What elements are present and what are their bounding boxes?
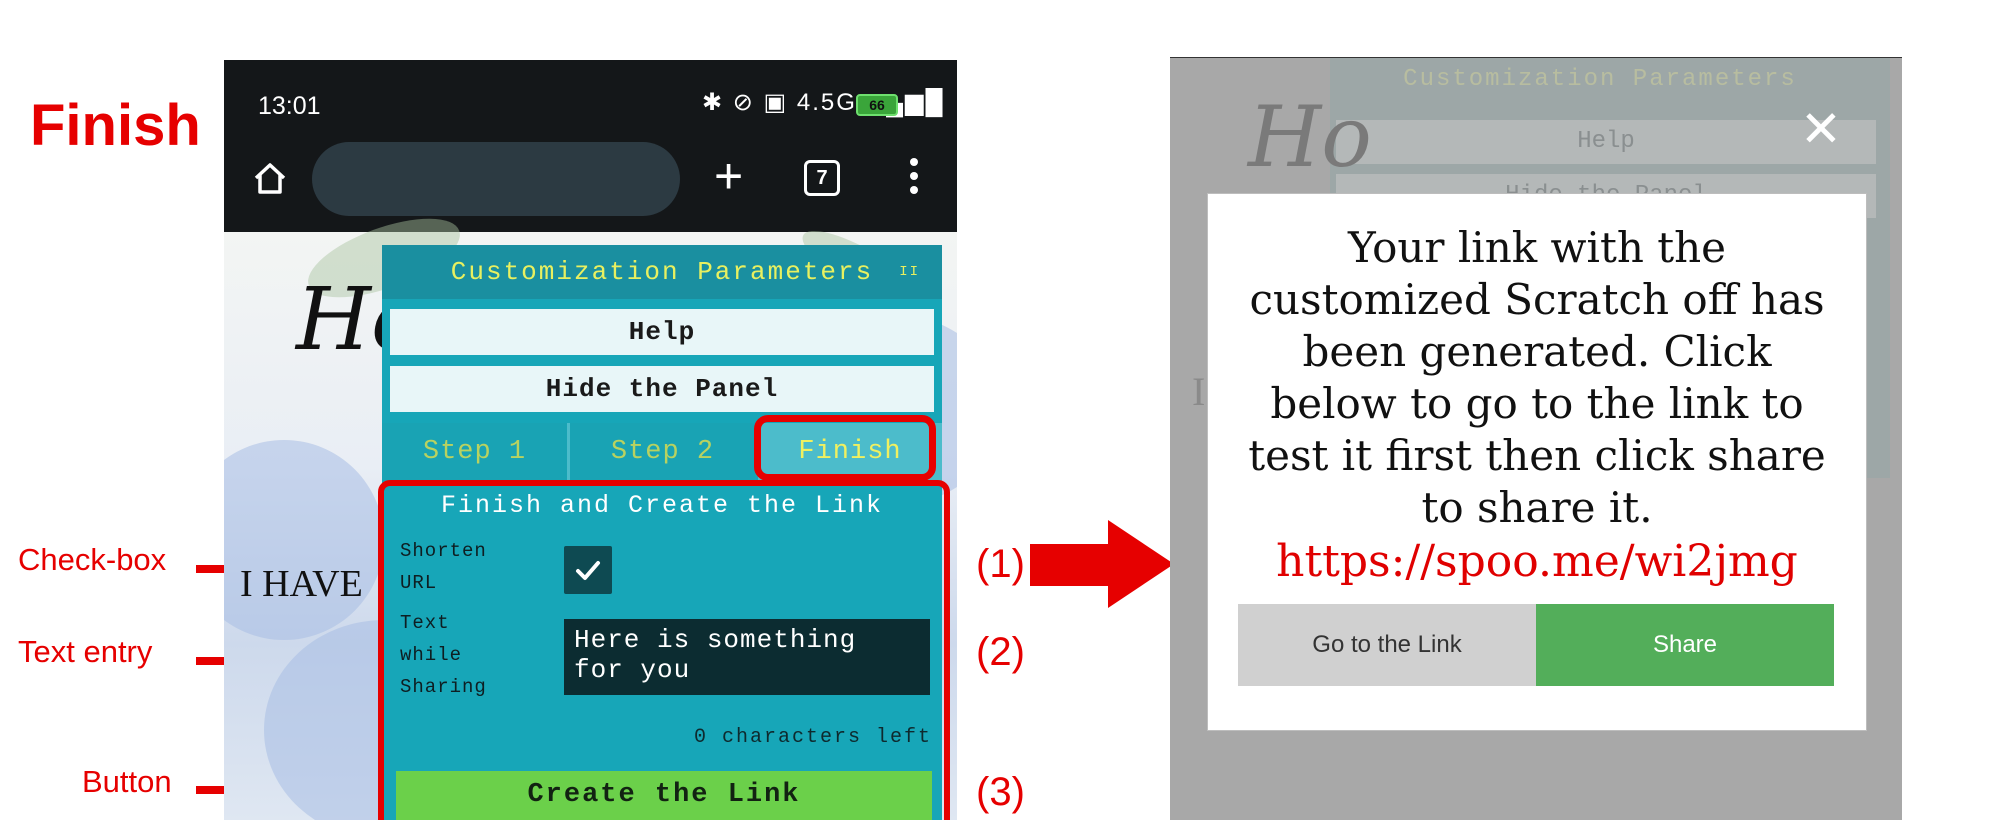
dimmed-help-button: Help	[1336, 120, 1876, 164]
status-icons: ✱ ⊘ ▣ 4.5G ▂▄▆█	[702, 89, 945, 116]
finish-tab-highlight	[754, 415, 936, 481]
tab-step-1[interactable]: Step 1	[382, 423, 567, 481]
generated-link[interactable]: https://spoo.me/wi2jmg	[1208, 536, 1866, 587]
annotation-number-3: (3)	[976, 770, 1025, 814]
pause-icon[interactable]: II	[899, 245, 920, 299]
page-text: I HAVE	[240, 563, 363, 605]
finish-heading: Finish	[30, 93, 201, 158]
button-annotation: Button	[82, 764, 172, 799]
menu-icon[interactable]	[910, 158, 918, 200]
status-time: 13:01	[258, 92, 321, 120]
panel-title: Customization Parameters	[450, 257, 874, 287]
checkbox-annotation: Check-box	[18, 542, 167, 577]
new-tab-icon[interactable]: +	[714, 146, 743, 206]
help-button[interactable]: Help	[390, 309, 934, 355]
go-to-link-button[interactable]: Go to the Link	[1238, 604, 1536, 686]
battery-icon: 66	[856, 94, 898, 116]
text-entry-annotation: Text entry	[18, 634, 153, 669]
close-icon[interactable]: ✕	[1800, 104, 1842, 154]
annotation-number-1: (1)	[976, 542, 1025, 586]
finish-section-highlight	[378, 480, 950, 820]
transition-arrow-head	[1108, 520, 1174, 608]
dimmed-page-text: I	[1192, 369, 1206, 414]
modal-message: Your link with the customized Scratch of…	[1248, 223, 1826, 532]
dimmed-panel-title: Customization Parameters	[1403, 66, 1797, 93]
dimmed-script-heading: Ho	[1248, 88, 1372, 186]
panel-title-bar[interactable]: Customization Parameters II	[382, 245, 942, 299]
annotation-number-2: (2)	[976, 630, 1025, 674]
address-bar[interactable]	[312, 142, 680, 216]
tab-switcher-button[interactable]: 7	[804, 160, 840, 196]
transition-arrow	[1030, 544, 1110, 586]
share-button[interactable]: Share	[1536, 604, 1834, 686]
tab-step-2[interactable]: Step 2	[570, 423, 755, 481]
link-generated-modal: Your link with the customized Scratch of…	[1207, 193, 1867, 731]
home-icon[interactable]	[250, 158, 290, 198]
hide-panel-button[interactable]: Hide the Panel	[390, 366, 934, 412]
phone-screenshot: 13:01 ✱ ⊘ ▣ 4.5G ▂▄▆█ 66 + 7 Ho I HAVE C…	[224, 60, 957, 820]
browser-chrome: 13:01 ✱ ⊘ ▣ 4.5G ▂▄▆█ 66 + 7	[224, 60, 957, 232]
